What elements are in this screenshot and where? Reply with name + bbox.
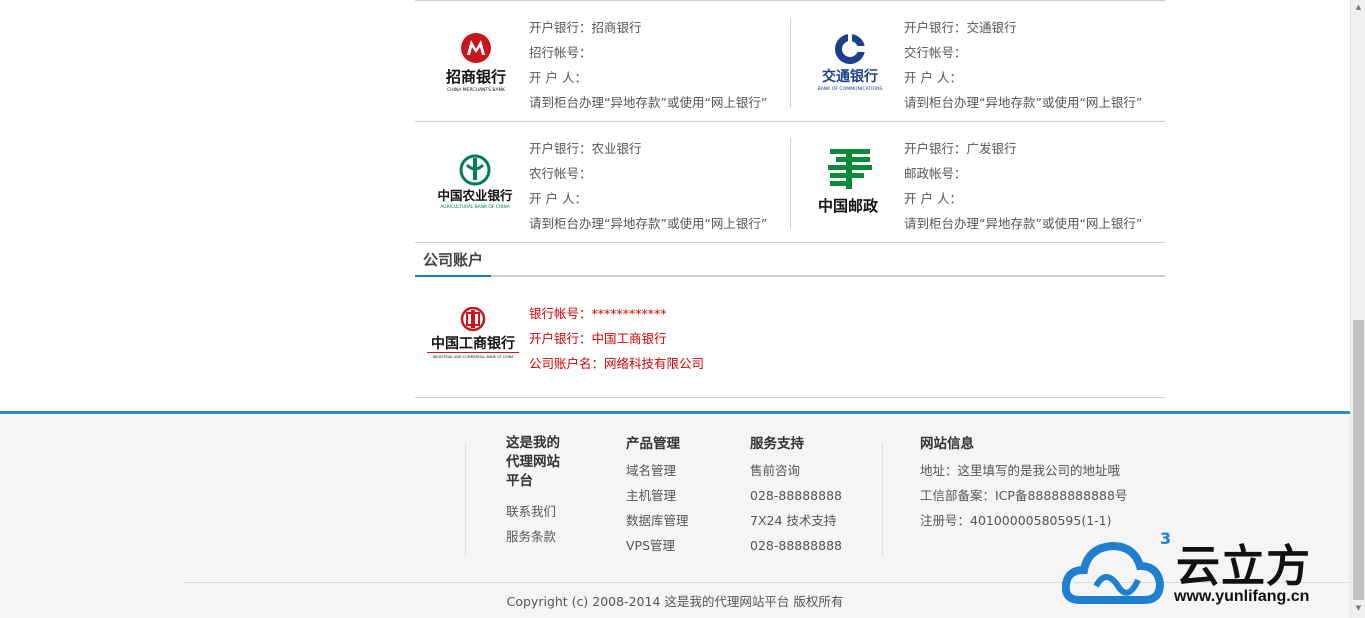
page: 招商银行 CHINA MERCHANTS BANK 开户银行：招商银行 招行帐号… (0, 0, 1365, 618)
footer-products-title: 产品管理 (626, 436, 680, 452)
company-account-card: 中国工商银行 INDUSTRIAL AND COMMERCIAL BANK OF… (415, 277, 1165, 398)
deposit-note: 请到柜台办理“异地存款”或使用“网上银行” (904, 95, 1143, 110)
footer-support-column: 服务支持 售前咨询 028-88888888 7X24 技术支持 028-888… (750, 434, 842, 558)
brand-title-line: 平台 (506, 473, 533, 489)
bank-row: 招商银行 CHINA MERCHANTS BANK 开户银行：招商银行 招行帐号… (415, 1, 1165, 122)
bank-row: 中国农业银行 AGRICULTURAL BANK OF CHINA 开户银行：农… (415, 122, 1165, 243)
domain-management-link[interactable]: 域名管理 (626, 458, 689, 483)
yunlifang-watermark: 3 云立方 www.yunlifang.cn (1061, 529, 1352, 612)
logo-text: 中国邮政 (818, 197, 879, 215)
bank-card-abc: 中国农业银行 AGRICULTURAL BANK OF CHINA 开户银行：农… (415, 122, 790, 243)
cloud-logo-icon: 3 (1061, 529, 1171, 604)
bank-name-line: 开户银行：广发银行 (904, 141, 1017, 156)
logo-text: INDUSTRIAL AND COMMERCIAL BANK OF CHINA (433, 355, 515, 359)
logo-text: 中国工商银行 (431, 335, 515, 352)
bank-card-post: 中国邮政 开户银行：广发银行 邮政帐号： 开 户 人： 请到柜台办理“异地存款”… (790, 122, 1165, 243)
section-title: 公司账户 (415, 243, 492, 277)
china-merchants-bank-logo: 招商银行 CHINA MERCHANTS BANK (431, 25, 527, 97)
brand-title-line: 代理网站 (506, 454, 560, 470)
company-account-number: 银行帐号：************ (529, 306, 667, 321)
bank-of-communications-logo: 交通银行 BANK OF COMMUNICATIONS (808, 25, 904, 97)
bank-name-line: 开户银行：农业银行 (529, 141, 642, 156)
account-line: 邮政帐号： (904, 166, 967, 181)
presales-link[interactable]: 售前咨询 (750, 458, 842, 483)
host-management-link[interactable]: 主机管理 (626, 483, 689, 508)
account-line: 交行帐号： (904, 45, 967, 60)
bank-card-cmb: 招商银行 CHINA MERCHANTS BANK 开户银行：招商银行 招行帐号… (415, 1, 790, 122)
support-phone: 028-88888888 (750, 538, 842, 553)
address-text: 地址：这里填写的是我公司的地址哦 (920, 463, 1121, 478)
holder-line: 开 户 人： (904, 191, 962, 206)
logo-text: BANK OF COMMUNICATIONS (818, 86, 883, 92)
deposit-note: 请到柜台办理“异地存款”或使用“网上银行” (904, 216, 1143, 231)
database-management-link[interactable]: 数据库管理 (626, 508, 689, 533)
scrollbar-thumb[interactable] (1353, 320, 1364, 600)
company-account-info: 银行帐号：************ 开户银行：中国工商银行 公司账户名：网络科技… (529, 301, 704, 376)
holder-line: 开 户 人： (904, 70, 962, 85)
logo-text: CHINA MERCHANTS BANK (447, 87, 506, 93)
footer-divider (465, 443, 466, 556)
icbc-logo: 中国工商银行 INDUSTRIAL AND COMMERCIAL BANK OF… (427, 306, 523, 367)
footer-brand-title: 这是我的 代理网站 平台 (506, 434, 586, 491)
payment-content: 招商银行 CHINA MERCHANTS BANK 开户银行：招商银行 招行帐号… (415, 0, 1165, 398)
terms-link[interactable]: 服务条款 (506, 524, 586, 549)
account-line: 招行帐号： (529, 45, 592, 60)
footer-products-column: 产品管理 域名管理 主机管理 数据库管理 VPS管理 (626, 434, 689, 558)
agricultural-bank-logo: 中国农业银行 AGRICULTURAL BANK OF CHINA (431, 146, 527, 218)
company-account-name: 公司账户名：网络科技有限公司 (529, 356, 705, 371)
holder-line: 开 户 人： (529, 70, 587, 85)
account-line: 农行帐号： (529, 166, 592, 181)
deposit-note: 请到柜台办理“异地存款”或使用“网上银行” (529, 95, 768, 110)
holder-line: 开 户 人： (529, 191, 587, 206)
brand-title-line: 这是我的 (506, 435, 560, 451)
watermark-url: www.yunlifang.cn (1174, 588, 1310, 605)
bank-info: 开户银行：广发银行 邮政帐号： 开 户 人： 请到柜台办理“异地存款”或使用“网… (904, 136, 1142, 236)
deposit-note: 请到柜台办理“异地存款”或使用“网上银行” (529, 216, 768, 231)
footer-brand-column: 这是我的 代理网站 平台 联系我们 服务条款 (506, 434, 586, 549)
tech-support-link[interactable]: 7X24 技术支持 (750, 508, 842, 533)
bank-name-line: 开户银行：招商银行 (529, 20, 642, 35)
contact-us-link[interactable]: 联系我们 (506, 499, 586, 524)
vertical-scrollbar[interactable]: ▲ ▼ (1350, 0, 1365, 618)
company-account-heading: 公司账户 (415, 243, 1165, 277)
logo-text: 交通银行 (822, 68, 878, 85)
bank-info: 开户银行：农业银行 农行帐号： 开 户 人： 请到柜台办理“异地存款”或使用“网… (529, 136, 767, 236)
superscript-three: 3 (1160, 530, 1171, 548)
presales-phone: 028-88888888 (750, 488, 842, 503)
bank-name-line: 开户银行：交通银行 (904, 20, 1017, 35)
logo-text: 招商银行 (446, 68, 506, 86)
footer-site-info-column: 网站信息 地址：这里填写的是我公司的地址哦 工信部备案：ICP备88888888… (920, 434, 1127, 533)
footer-site-info-title: 网站信息 (920, 436, 974, 452)
bank-card-bocom: 交通银行 BANK OF COMMUNICATIONS 开户银行：交通银行 交行… (790, 1, 1165, 122)
scroll-down-icon[interactable]: ▼ (1354, 604, 1363, 612)
china-post-logo: 中国邮政 (808, 146, 904, 218)
scroll-up-icon[interactable]: ▲ (1354, 3, 1363, 11)
watermark-brand: 云立方 (1176, 541, 1311, 592)
bank-info: 开户银行：交通银行 交行帐号： 开 户 人： 请到柜台办理“异地存款”或使用“网… (904, 15, 1142, 115)
footer-divider (882, 443, 883, 556)
logo-text: AGRICULTURAL BANK OF CHINA (440, 204, 509, 210)
icp-record-text: 工信部备案：ICP备88888888888号 (920, 488, 1128, 503)
logo-text: 中国农业银行 (437, 188, 513, 203)
bank-info: 开户银行：招商银行 招行帐号： 开 户 人： 请到柜台办理“异地存款”或使用“网… (529, 15, 767, 115)
vps-management-link[interactable]: VPS管理 (626, 533, 689, 558)
footer-support-title: 服务支持 (750, 436, 804, 452)
company-bank-name: 开户银行：中国工商银行 (529, 331, 667, 346)
